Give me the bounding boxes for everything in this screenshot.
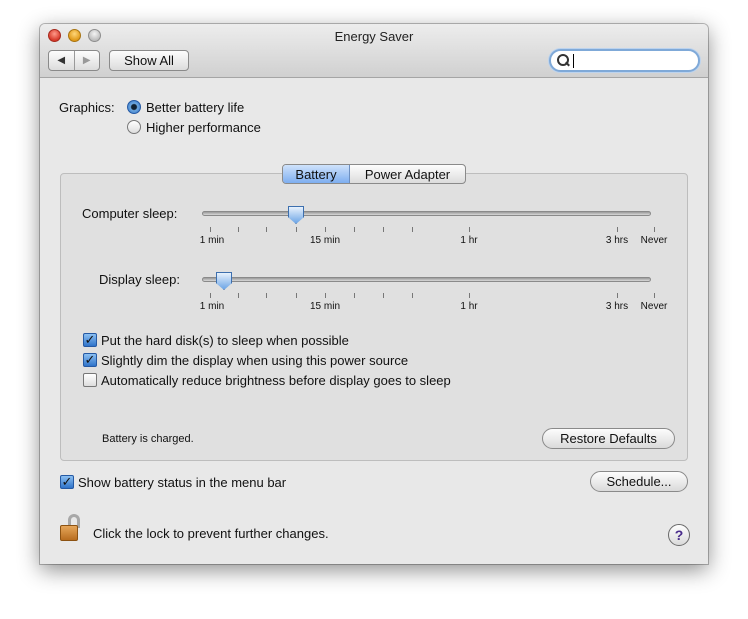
tick bbox=[412, 227, 413, 232]
tab-power-adapter[interactable]: Power Adapter bbox=[350, 165, 465, 183]
graphics-label: Graphics: bbox=[59, 100, 115, 115]
display-sleep-slider[interactable] bbox=[202, 277, 651, 282]
tick-label-3hrs: 3 hrs bbox=[605, 235, 629, 246]
tick bbox=[383, 293, 384, 298]
tick bbox=[325, 293, 326, 298]
tick bbox=[296, 293, 297, 298]
show-all-button[interactable]: Show All bbox=[109, 50, 189, 71]
tick-label-3hrs: 3 hrs bbox=[605, 301, 629, 312]
tick-label-never: Never bbox=[640, 301, 668, 312]
tick-label-1min: 1 min bbox=[199, 301, 225, 312]
higher-performance-label[interactable]: Higher performance bbox=[146, 120, 261, 135]
restore-defaults-button[interactable]: Restore Defaults bbox=[542, 428, 675, 449]
better-battery-label[interactable]: Better battery life bbox=[146, 100, 244, 115]
tick bbox=[469, 293, 470, 298]
auto-brightness-label[interactable]: Automatically reduce brightness before d… bbox=[101, 373, 451, 388]
tick bbox=[266, 227, 267, 232]
tick bbox=[469, 227, 470, 232]
computer-sleep-slider[interactable] bbox=[202, 211, 651, 216]
tick bbox=[383, 227, 384, 232]
tick-label-never: Never bbox=[640, 235, 668, 246]
disk-sleep-label[interactable]: Put the hard disk(s) to sleep when possi… bbox=[101, 333, 349, 348]
dim-display-checkbox[interactable] bbox=[83, 353, 97, 367]
tick bbox=[412, 293, 413, 298]
nav-buttons: ◀ ▶ bbox=[48, 50, 100, 71]
tab-battery[interactable]: Battery bbox=[283, 165, 350, 183]
search-icon bbox=[557, 53, 571, 68]
tick bbox=[354, 227, 355, 232]
tick-label-1hr: 1 hr bbox=[460, 301, 478, 312]
tick bbox=[296, 227, 297, 232]
menu-bar-label[interactable]: Show battery status in the menu bar bbox=[78, 475, 286, 490]
tick bbox=[325, 227, 326, 232]
dim-display-label[interactable]: Slightly dim the display when using this… bbox=[101, 353, 408, 368]
tick bbox=[654, 227, 655, 232]
battery-status-text: Battery is charged. bbox=[102, 433, 194, 445]
tick bbox=[266, 293, 267, 298]
title-bar: Energy Saver ◀ ▶ Show All bbox=[40, 24, 708, 78]
menu-bar-checkbox[interactable] bbox=[60, 475, 74, 489]
tick bbox=[617, 293, 618, 298]
window-title: Energy Saver bbox=[334, 29, 414, 44]
tick bbox=[238, 227, 239, 232]
schedule-button[interactable]: Schedule... bbox=[590, 471, 688, 492]
energy-saver-window: Energy Saver ◀ ▶ Show All Graphics: Bett… bbox=[40, 24, 708, 564]
disk-sleep-checkbox[interactable] bbox=[83, 333, 97, 347]
tick bbox=[210, 293, 211, 298]
tick bbox=[354, 293, 355, 298]
forward-button[interactable]: ▶ bbox=[73, 51, 100, 70]
help-button[interactable]: ? bbox=[668, 524, 690, 546]
source-tabs: Battery Power Adapter bbox=[282, 164, 466, 184]
tick bbox=[210, 227, 211, 232]
higher-performance-radio[interactable] bbox=[127, 120, 141, 134]
auto-brightness-checkbox[interactable] bbox=[83, 373, 97, 387]
tick-label-1hr: 1 hr bbox=[460, 235, 478, 246]
lock-text: Click the lock to prevent further change… bbox=[93, 526, 329, 541]
tick bbox=[654, 293, 655, 298]
computer-sleep-label: Computer sleep: bbox=[82, 206, 178, 221]
display-sleep-label: Display sleep: bbox=[99, 272, 180, 287]
tick bbox=[617, 227, 618, 232]
text-caret bbox=[573, 53, 574, 68]
back-button[interactable]: ◀ bbox=[49, 51, 74, 70]
tick-label-1min: 1 min bbox=[199, 235, 225, 246]
tick-label-15min: 15 min bbox=[309, 235, 341, 246]
tick-label-15min: 15 min bbox=[309, 301, 341, 312]
lock-icon[interactable] bbox=[60, 514, 82, 544]
tick bbox=[238, 293, 239, 298]
better-battery-radio[interactable] bbox=[127, 100, 141, 114]
search-field[interactable] bbox=[549, 49, 700, 72]
